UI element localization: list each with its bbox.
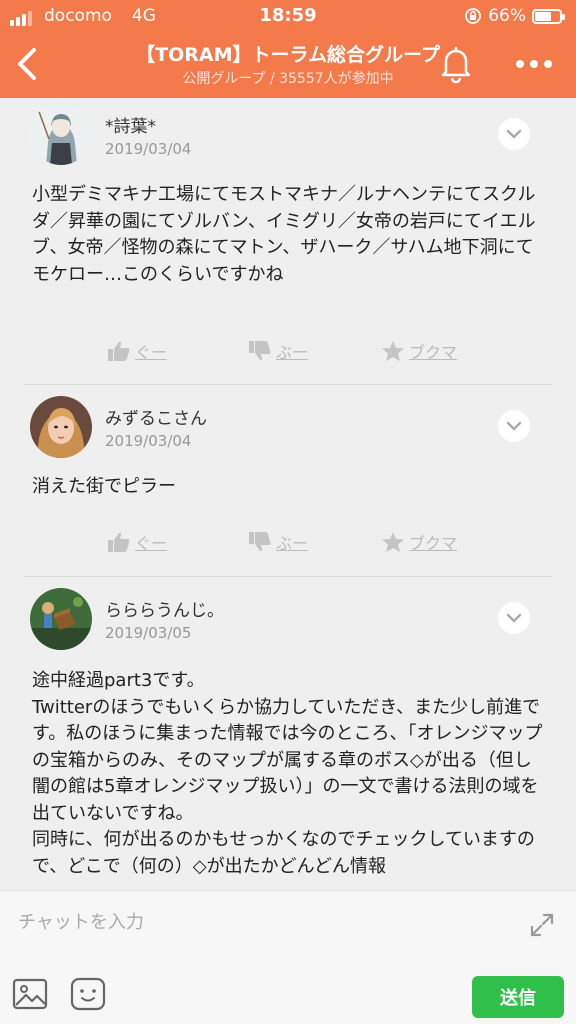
battery-icon [532, 8, 565, 24]
image-icon [12, 978, 48, 1010]
bookmark-label: ブクマ [409, 534, 458, 553]
thumbs-up-icon [108, 532, 130, 552]
image-attach-button[interactable] [12, 977, 48, 1011]
bookmark-button[interactable]: ブクマ [381, 530, 457, 554]
like-label: ぐー [135, 343, 168, 362]
dislike-button[interactable]: ぶー [248, 339, 308, 363]
chat-input[interactable] [18, 905, 498, 939]
chevron-down-icon [506, 613, 522, 623]
post-username[interactable]: *詩葉* [105, 112, 156, 137]
avatar[interactable] [30, 588, 92, 650]
like-button[interactable]: ぐー [107, 339, 167, 363]
page-title: 【TORAM】トーラム総合グループ [136, 44, 440, 66]
post-text: 消えた街でピラー [32, 476, 176, 497]
post-date: 2019/03/05 [105, 624, 192, 642]
avatar-image [30, 103, 92, 165]
thumbs-down-icon [249, 532, 271, 552]
avatar[interactable] [30, 396, 92, 458]
bell-icon [441, 46, 471, 84]
sticker-button[interactable] [70, 977, 106, 1011]
post-date: 2019/03/04 [105, 140, 192, 158]
battery-fill [535, 11, 551, 21]
expand-button[interactable] [526, 909, 558, 941]
avatar-image [30, 588, 92, 650]
star-icon [382, 532, 404, 552]
post-actions: ぐー ぶー ブクマ [0, 339, 576, 369]
more-menu-button[interactable] [512, 54, 556, 74]
like-button[interactable]: ぐー [107, 530, 167, 554]
more-horizontal-icon [516, 60, 552, 68]
nav-bar: 【TORAM】トーラム総合グループ 公開グループ / 35557人が参加中 [0, 32, 576, 98]
chat-composer: 送信 [0, 890, 576, 1024]
post-menu-button[interactable] [498, 410, 530, 442]
chevron-down-icon [506, 421, 522, 431]
bookmark-button[interactable]: ブクマ [381, 339, 457, 363]
send-button[interactable]: 送信 [472, 976, 564, 1018]
like-label: ぐー [135, 534, 168, 553]
avatar-image [30, 396, 92, 458]
post-text: 途中経過part3です。 Twitterのほうでもいくらか協力していただき、また… [32, 670, 543, 877]
dislike-label: ぶー [276, 343, 309, 362]
dislike-label: ぶー [276, 534, 309, 553]
emoji-icon [70, 977, 106, 1011]
avatar[interactable] [30, 103, 92, 165]
post-divider [24, 384, 552, 385]
rotation-lock-icon [465, 8, 482, 24]
notification-button[interactable] [438, 44, 474, 84]
group-subtitle: 公開グループ / 35557人が参加中 [182, 71, 394, 87]
expand-icon [530, 913, 554, 937]
star-icon [382, 341, 404, 361]
thumbs-up-icon [108, 341, 130, 361]
dislike-button[interactable]: ぶー [248, 530, 308, 554]
post-actions: ぐー ぶー ブクマ [0, 530, 576, 560]
thumbs-down-icon [249, 341, 271, 361]
post-text: 小型デミマキナ工場にてモストマキナ／ルナヘンテにてスクルダ／昇華の園にてゾルバン… [32, 184, 536, 285]
post-username[interactable]: らららうんじ。 [105, 596, 224, 621]
post-feed[interactable]: *詩葉* 2019/03/04 小型デミマキナ工場にてモストマキナ／ルナヘンテに… [0, 98, 576, 890]
post-divider [24, 576, 552, 577]
status-right: 66% [464, 6, 565, 26]
battery-percent: 66% [488, 6, 526, 26]
post-username[interactable]: みずるこさん [105, 404, 207, 429]
post-menu-button[interactable] [498, 118, 530, 150]
post-menu-button[interactable] [498, 602, 530, 634]
post-date: 2019/03/04 [105, 432, 192, 450]
status-bar: docomo 4G 18:59 66% [0, 0, 576, 32]
bookmark-label: ブクマ [409, 343, 458, 362]
chevron-down-icon [506, 129, 522, 139]
